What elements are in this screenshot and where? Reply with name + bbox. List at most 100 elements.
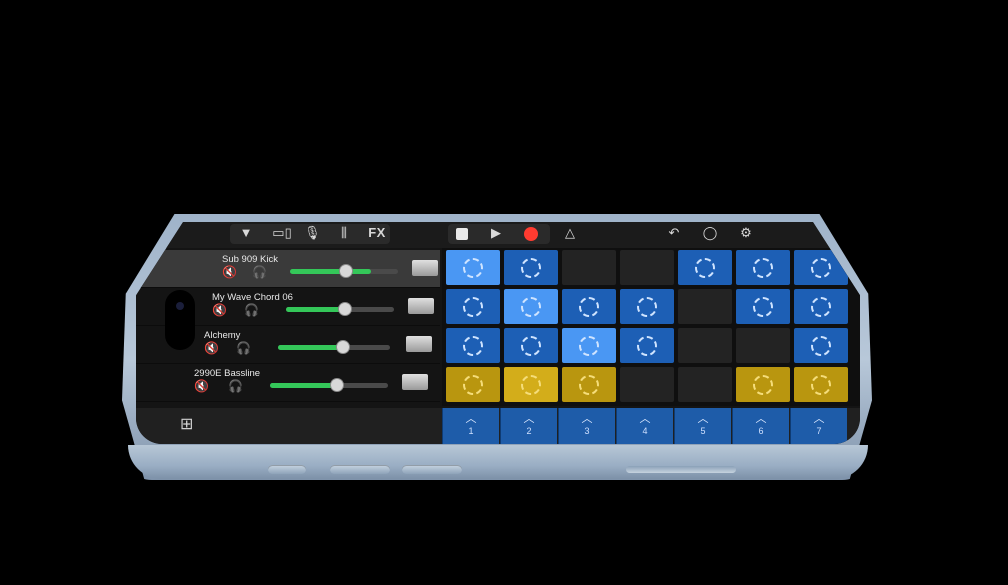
speaker-grille [626,466,736,473]
mute-icon[interactable]: 🔇 [212,303,227,317]
volume-slider[interactable] [286,302,394,316]
mute-icon[interactable]: 🔇 [194,379,209,393]
loop-cell[interactable] [736,367,790,402]
column-trigger[interactable]: ︿ 3 [558,408,615,444]
scene: ▼ ▭▯ 🎙 ⫼ FX ▶ △ ↶ ◯ ⚙ Sub 909 Kick 🔇 🎧 M… [0,0,1008,585]
loop-cell[interactable] [504,289,558,324]
loop-cell[interactable] [620,328,674,363]
track-row[interactable]: Sub 909 Kick 🔇 🎧 [136,250,440,288]
column-trigger[interactable]: ︿ 7 [790,408,847,444]
keyboard-icon[interactable] [406,336,432,352]
loop-cell[interactable] [620,289,674,324]
loop-waveform-icon [637,296,657,317]
loop-cell[interactable] [736,328,790,363]
loop-waveform-icon [463,374,483,395]
volume-knob[interactable] [338,302,352,316]
column-number: 1 [468,426,474,436]
loop-cell[interactable] [678,250,732,285]
loop-waveform-icon [521,296,541,317]
bottom-bar: ⊞ ︿ 1 ︿ 2 ︿ 3 ︿ 4 ︿ 5 ︿ 6 ︿ 7 [136,408,860,444]
mute-icon[interactable]: 🔇 [204,341,219,355]
undo-icon[interactable]: ↶ [666,225,682,241]
loop-cell[interactable] [446,250,500,285]
toolbar: ▼ ▭▯ 🎙 ⫼ FX ▶ △ ↶ ◯ ⚙ [136,222,860,248]
mic-icon[interactable]: 🎙 [304,225,321,241]
track-name: Sub 909 Kick [222,254,278,265]
loop-cell[interactable] [794,367,848,402]
loop-cell[interactable] [678,367,732,402]
volume-up-button[interactable] [330,465,390,474]
column-number: 5 [700,426,706,436]
loop-icon[interactable]: ◯ [702,225,718,241]
column-trigger[interactable]: ︿ 6 [732,408,789,444]
volume-knob[interactable] [339,264,353,278]
loop-cell[interactable] [504,250,558,285]
column-number: 6 [758,426,764,436]
headphones-icon[interactable]: 🎧 [244,303,259,317]
loop-cell[interactable] [562,367,616,402]
record-icon[interactable] [524,227,538,241]
volume-knob[interactable] [336,340,350,354]
drum-machine-icon[interactable] [412,260,438,276]
camera-cutout [165,290,195,350]
volume-fill [286,307,346,312]
loop-cell[interactable] [562,289,616,324]
column-trigger[interactable]: ︿ 5 [674,408,731,444]
loop-cell[interactable] [678,289,732,324]
headphones-icon[interactable]: 🎧 [252,265,267,279]
camera-lens [176,302,184,310]
loop-waveform-icon [579,335,599,356]
loop-waveform-icon [463,257,483,278]
loop-waveform-icon [811,335,831,356]
action-button[interactable] [268,465,306,474]
loop-waveform-icon [695,257,715,278]
headphones-icon[interactable]: 🎧 [228,379,243,393]
stop-icon[interactable] [456,228,468,240]
column-number: 2 [526,426,532,436]
play-icon[interactable]: ▶ [488,225,504,241]
metronome-icon[interactable]: △ [562,225,578,241]
column-trigger[interactable]: ︿ 2 [500,408,557,444]
loop-cell[interactable] [446,367,500,402]
volume-down-button[interactable] [402,465,462,474]
loop-cell[interactable] [620,367,674,402]
loop-cell[interactable] [562,328,616,363]
column-trigger[interactable]: ︿ 1 [442,408,499,444]
grid-view-icon[interactable]: ⊞ [180,414,193,434]
volume-slider[interactable] [290,264,398,278]
loop-cell[interactable] [446,328,500,363]
loop-cell[interactable] [446,289,500,324]
loop-cell[interactable] [736,289,790,324]
settings-icon[interactable]: ⚙ [738,225,754,241]
loop-cell[interactable] [794,328,848,363]
column-trigger[interactable]: ︿ 4 [616,408,673,444]
loop-waveform-icon [753,257,773,278]
mute-icon[interactable]: 🔇 [222,265,237,279]
dropdown-icon[interactable]: ▼ [238,225,254,241]
loop-waveform-icon [579,374,599,395]
loop-waveform-icon [753,374,773,395]
loop-cell[interactable] [562,250,616,285]
fx-button[interactable]: FX [366,225,388,241]
volume-knob[interactable] [330,378,344,392]
loop-cell[interactable] [620,250,674,285]
loop-waveform-icon [463,335,483,356]
volume-slider[interactable] [270,378,388,392]
loop-cell[interactable] [504,367,558,402]
synth-icon[interactable] [408,298,434,314]
view-toggle-icon[interactable]: ▭▯ [268,225,296,241]
loop-cell[interactable] [678,328,732,363]
chevron-up-icon: ︿ [581,413,593,425]
track-row[interactable]: 2990E Bassline 🔇 🎧 [136,364,440,402]
loop-cell[interactable] [794,289,848,324]
loop-cell[interactable] [504,328,558,363]
track-name: 2990E Bassline [194,368,261,379]
mixer-icon[interactable]: ⫼ [336,225,352,241]
screen: ▼ ▭▯ 🎙 ⫼ FX ▶ △ ↶ ◯ ⚙ Sub 909 Kick 🔇 🎧 M… [136,222,860,444]
sequencer-icon[interactable] [402,374,428,390]
loop-cell[interactable] [736,250,790,285]
headphones-icon[interactable]: 🎧 [236,341,251,355]
volume-slider[interactable] [278,340,390,354]
loop-waveform-icon [811,257,831,278]
loop-waveform-icon [637,335,657,356]
